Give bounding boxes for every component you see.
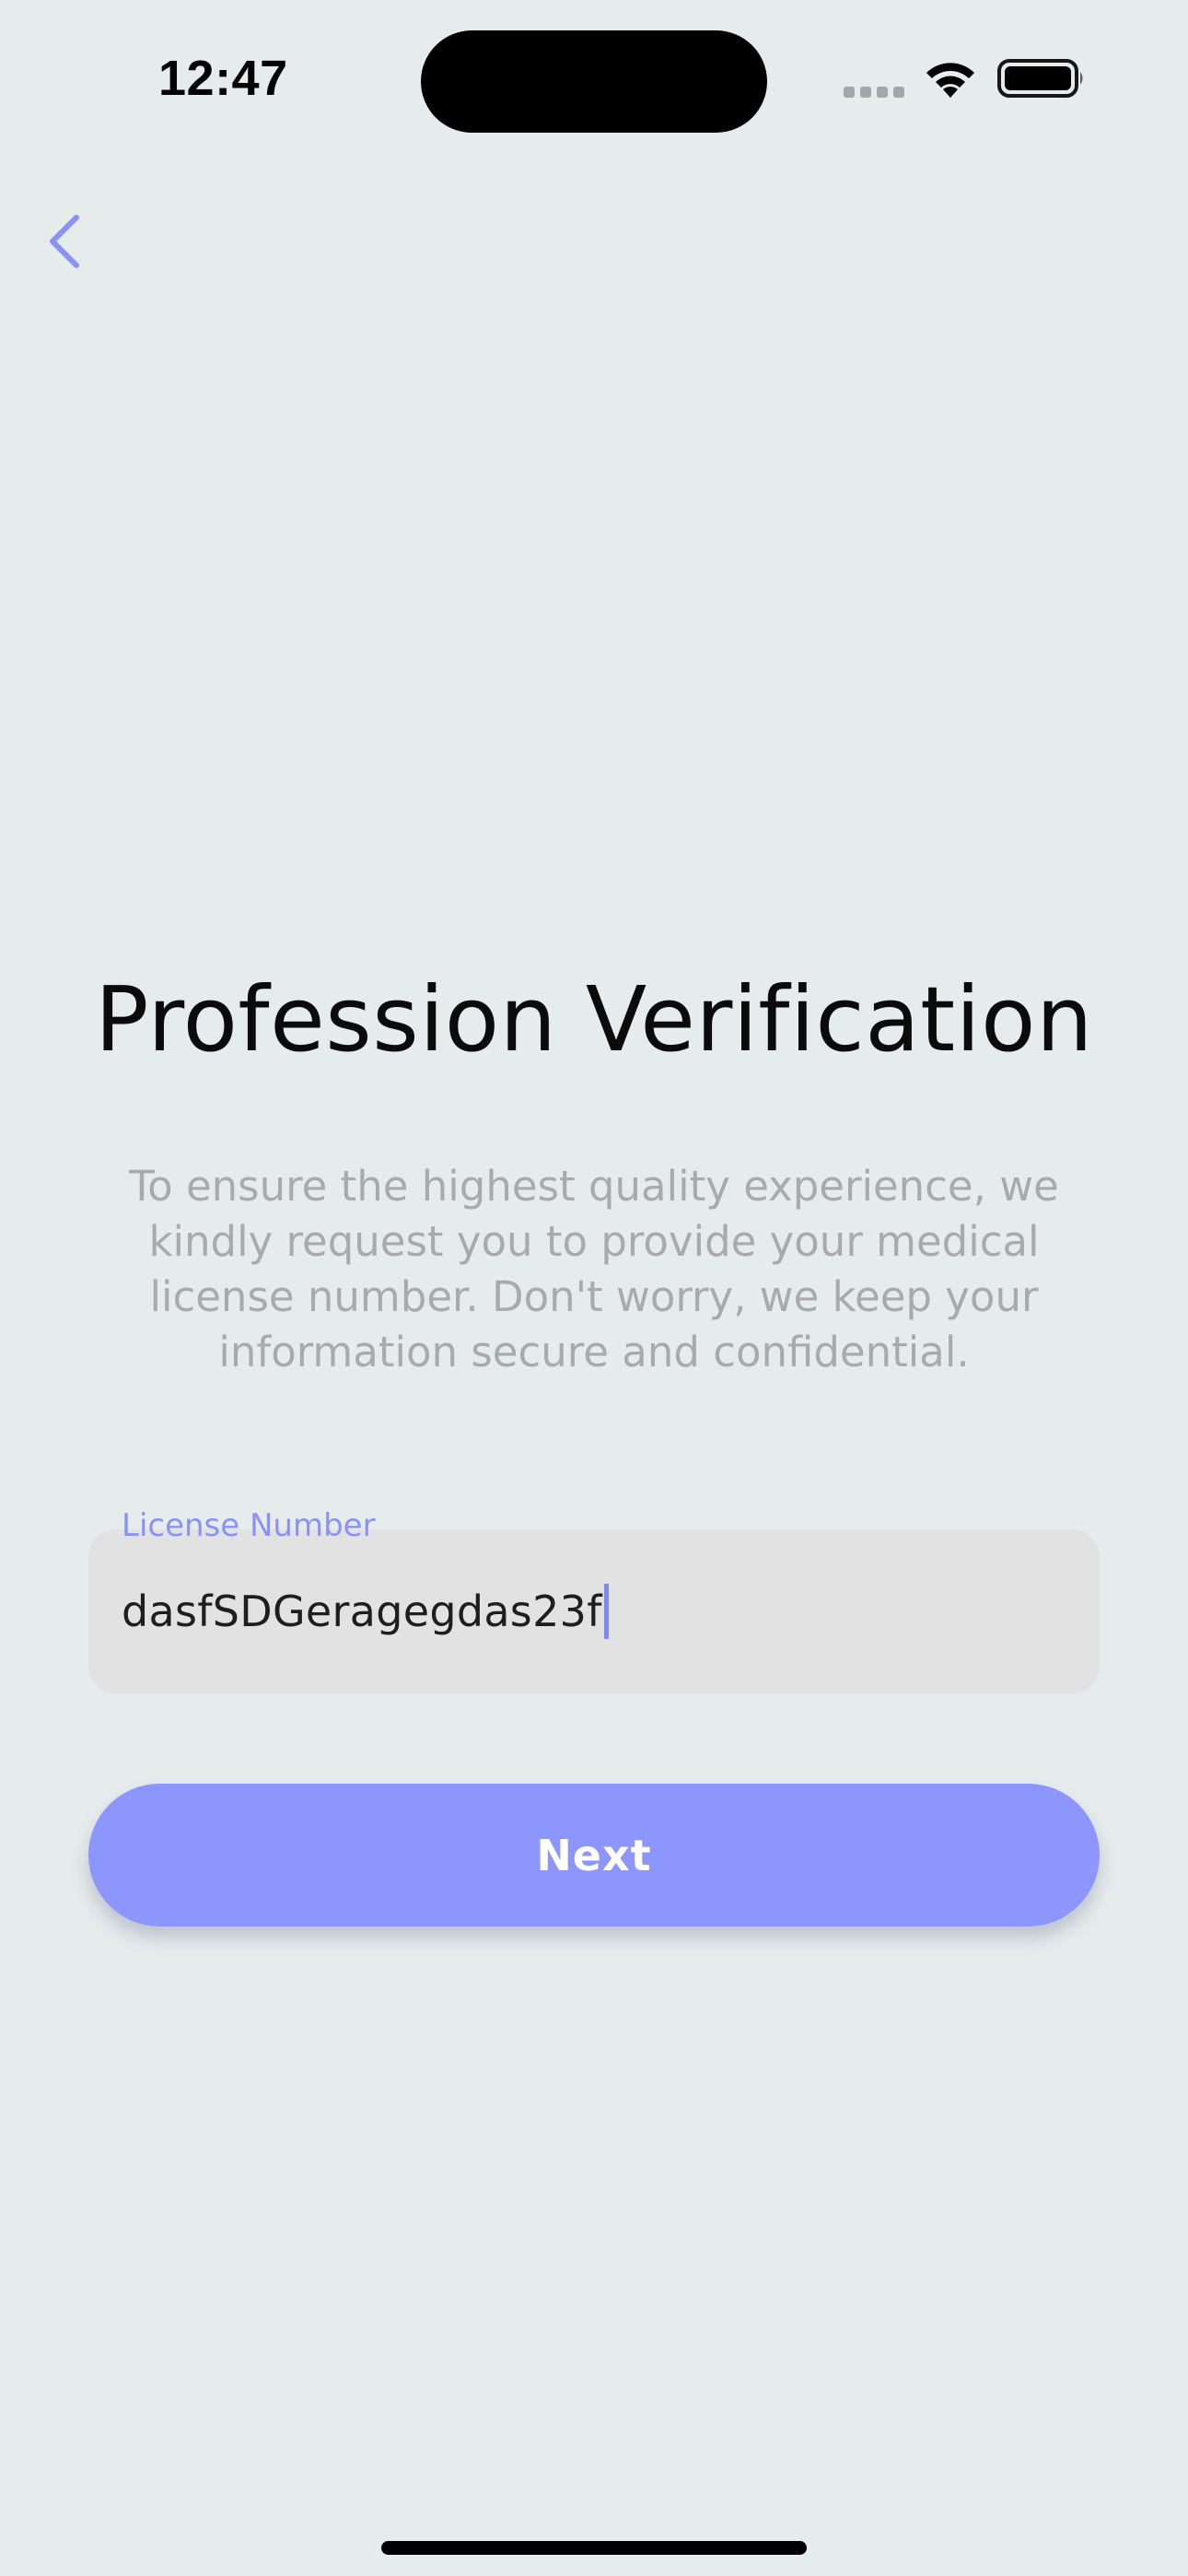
home-indicator[interactable]: [381, 2541, 807, 2555]
page-title: Profession Verification: [95, 967, 1093, 1071]
back-button[interactable]: [28, 205, 101, 278]
wifi-icon: [926, 63, 974, 98]
cellular-signal-icon: [844, 87, 904, 98]
text-caret: [603, 1584, 609, 1639]
dynamic-island: [421, 30, 767, 133]
description-text: To ensure the highest quality experience…: [129, 1162, 1059, 1376]
next-button[interactable]: Next: [88, 1784, 1100, 1926]
license-number-field[interactable]: dasfSDGeragegdas23f: [88, 1529, 1100, 1693]
license-number-value[interactable]: dasfSDGeragegdas23f: [122, 1587, 602, 1636]
license-number-label: License Number: [122, 1507, 376, 1544]
chevron-left-icon: [50, 215, 79, 268]
status-time: 12:47: [158, 51, 288, 106]
battery-icon: [997, 59, 1083, 98]
